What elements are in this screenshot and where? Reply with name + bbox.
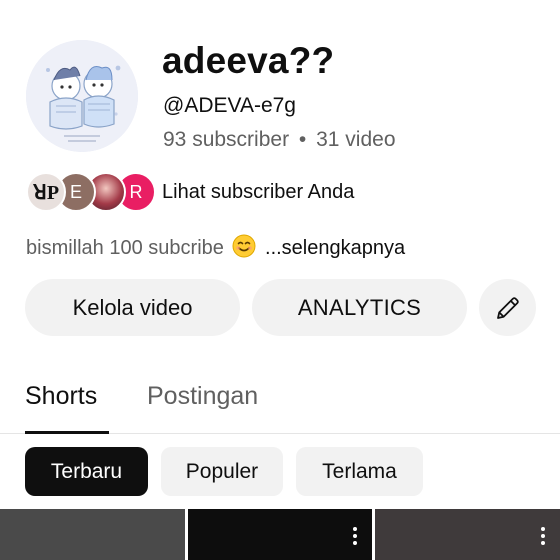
short-thumbnail[interactable] (375, 509, 560, 560)
chip-popular[interactable]: Populer (161, 447, 283, 496)
subscriber-count: 93 subscriber (163, 128, 290, 151)
channel-description[interactable]: bismillah 100 subcribe ...selengkapnya (26, 234, 405, 260)
description-text: bismillah 100 subcribe (26, 237, 224, 259)
channel-avatar[interactable] (26, 40, 138, 152)
sort-filter-chips: Terbaru Populer Terlama (0, 447, 560, 497)
channel-header: adeeva?? @ADEVA-e7g 93 subscriber • 31 v… (0, 0, 560, 170)
active-tab-indicator (25, 431, 109, 434)
shorts-grid (0, 509, 560, 560)
analytics-button[interactable]: ANALYTICS (252, 279, 467, 336)
channel-actions: Kelola video ANALYTICS (0, 279, 560, 337)
channel-name: adeeva?? (162, 40, 335, 81)
anime-character-icon (26, 40, 138, 152)
manage-videos-button[interactable]: Kelola video (25, 279, 240, 336)
pencil-icon (496, 296, 519, 319)
smiling-face-emoji-icon (232, 234, 256, 258)
subscriber-avatar: ꓤP (26, 172, 66, 212)
description-more-link[interactable]: ...selengkapnya (265, 237, 405, 259)
short-thumbnail[interactable] (188, 509, 372, 560)
edit-channel-button[interactable] (479, 279, 536, 336)
tab-posts[interactable]: Postingan (147, 382, 258, 411)
channel-stats: 93 subscriber • 31 video (163, 128, 396, 152)
short-thumbnail[interactable] (0, 509, 185, 560)
channel-tabs: Shorts Postingan (0, 372, 560, 434)
chip-newest[interactable]: Terbaru (25, 447, 148, 496)
stats-separator: • (298, 128, 307, 151)
more-options-icon[interactable] (540, 527, 546, 545)
view-subscribers-row[interactable]: ꓤP E R Lihat subscriber Anda (26, 172, 546, 212)
channel-handle: @ADEVA-e7g (163, 94, 296, 117)
chip-oldest[interactable]: Terlama (296, 447, 423, 496)
tab-shorts[interactable]: Shorts (25, 382, 97, 411)
video-count: 31 video (316, 128, 396, 151)
view-subscribers-link[interactable]: Lihat subscriber Anda (162, 181, 354, 204)
more-options-icon[interactable] (352, 527, 358, 545)
